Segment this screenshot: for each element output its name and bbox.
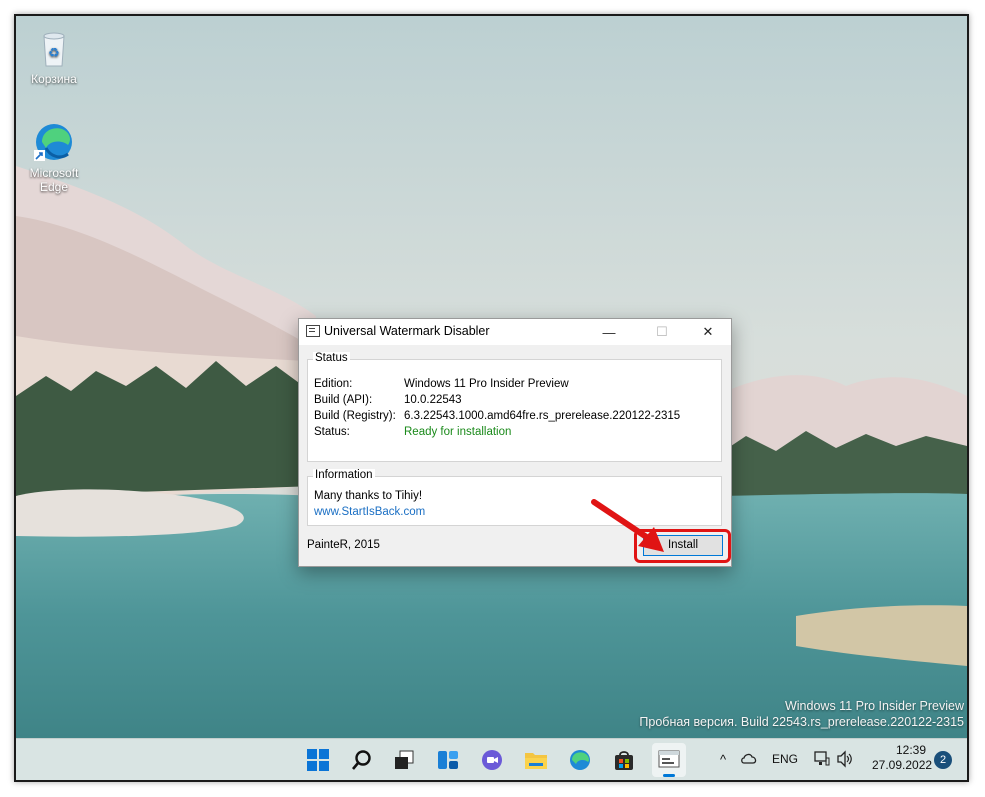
build-api-label: Build (API): (314, 394, 373, 406)
search-icon[interactable] (348, 746, 376, 774)
svg-text:♻: ♻ (48, 46, 60, 61)
clock-time: 12:39 (895, 743, 926, 757)
annotation-arrow (591, 499, 664, 552)
volume-icon[interactable] (836, 750, 854, 771)
chat-icon[interactable] (478, 746, 506, 774)
screen-frame: ♻ Корзина Microsoft Edge Windows 11 Pro … (14, 14, 969, 782)
network-icon[interactable] (813, 750, 831, 771)
build-registry-value: 6.3.22543.1000.amd64fre.rs_prerelease.22… (404, 410, 681, 422)
file-explorer-icon[interactable] (522, 746, 550, 774)
language-indicator[interactable]: ENG (772, 752, 798, 766)
status-group: Status Edition: Windows 11 Pro Insider P… (307, 352, 722, 462)
edition-value: Windows 11 Pro Insider Preview (404, 378, 569, 390)
status-legend: Status (313, 352, 350, 364)
close-button[interactable]: ✕ (685, 319, 731, 345)
desktop-icon-label: Корзина (31, 72, 77, 86)
maximize-button: ☐ (656, 324, 668, 339)
watermark-disabler-taskbar-button[interactable] (652, 743, 686, 777)
recycle-bin-icon: ♻ (32, 26, 76, 70)
desktop-icon-edge[interactable]: Microsoft Edge (24, 120, 84, 194)
task-view-icon[interactable] (390, 746, 418, 774)
clock[interactable]: 12:39 27.09.2022 (872, 743, 933, 773)
windows-start-icon[interactable] (304, 746, 332, 774)
notification-badge[interactable]: 2 (934, 751, 952, 769)
watermark-line-1: Windows 11 Pro Insider Preview (784, 699, 964, 713)
startisback-link[interactable]: www.StartIsBack.com (314, 506, 425, 518)
edge-icon[interactable] (566, 746, 594, 774)
author-footer: PainteR, 2015 (307, 539, 380, 551)
store-icon[interactable] (610, 746, 638, 774)
watermark-disabler-icon (658, 750, 680, 768)
title-bar[interactable]: Universal Watermark Disabler — ☐ ✕ (299, 319, 731, 345)
taskbar: ^ ENG 12:39 27.09.2022 2 (16, 738, 967, 780)
build-api-value: 10.0.22543 (404, 394, 462, 406)
window-title: Universal Watermark Disabler (324, 324, 490, 338)
status-value: Ready for installation (404, 426, 512, 438)
watermark-line-2: Пробная версия. Build 22543.rs_prereleas… (639, 715, 964, 729)
onedrive-icon[interactable] (740, 751, 758, 768)
build-registry-label: Build (Registry): (314, 410, 396, 422)
desktop-icon-recycle-bin[interactable]: ♻ Корзина (24, 26, 84, 86)
clock-date: 27.09.2022 (872, 758, 933, 772)
edge-icon (32, 120, 76, 164)
information-legend: Information (313, 469, 375, 481)
evaluation-watermark: Windows 11 Pro Insider Preview Пробная в… (639, 698, 964, 730)
tray-overflow-chevron[interactable]: ^ (720, 752, 726, 767)
widgets-icon[interactable] (434, 746, 462, 774)
edition-label: Edition: (314, 378, 353, 390)
desktop-icon-label: Microsoft Edge (29, 166, 79, 194)
active-indicator (663, 774, 675, 777)
thanks-label: Many thanks to Tihiy! (314, 490, 423, 502)
status-label: Status: (314, 426, 350, 438)
app-window-icon (306, 325, 320, 337)
minimize-button[interactable]: — (586, 319, 632, 345)
desktop: ♻ Корзина Microsoft Edge Windows 11 Pro … (16, 16, 967, 738)
